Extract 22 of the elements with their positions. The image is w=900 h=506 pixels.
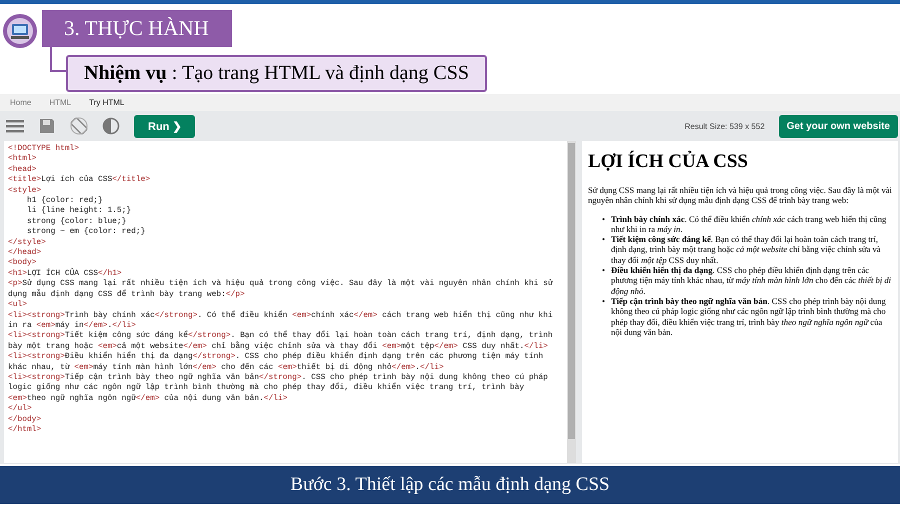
result-list-item: Điều khiển hiển thị đa dạng. CSS cho phép điều khiển định dạng trên các phương tiện máy tính khác nhau, từ máy tính màn hình lớn cho đến các thiết bị di động nhỏ. bbox=[611, 265, 892, 296]
scrollbar[interactable] bbox=[568, 143, 575, 439]
list-bullet: • bbox=[602, 296, 606, 308]
list-bullet: • bbox=[602, 265, 606, 278]
result-list-item: Tiếp cận trình bày theo ngữ nghĩa văn bản. CSS cho phép trình bày nội dung không theo cú pháp logic giống như các ngôn ngữ lập trình bình thường mà cho phép thay đổi, điều khiển việc trang trí, trình bày theo ngữ nghĩa ngôn ngữ của nội dung văn bản. bbox=[611, 296, 887, 338]
result-list-item: Tiết kiệm công sức đáng kể. Bạn có thể thay đổi lại hoàn toàn cách trang trí, định dạng, trình bày một trang hoặc cả một website chỉ bằng việc chỉnh sửa và thay đổi một tệp CSS duy nhất. bbox=[611, 234, 882, 266]
result-paragraph: Sử dụng CSS mang lại rất nhiều tiện ích và hiệu quả trong công việc. Sau đây là một vài nguyên nhân chính khi sử dụng mẫu định dạng CSS để trình bày trang web: bbox=[588, 185, 892, 206]
contrast-icon[interactable] bbox=[102, 117, 120, 135]
menu-icon[interactable] bbox=[6, 117, 24, 135]
slide-caption: Bước 3. Thiết lập các mẫu định dạng CSS bbox=[290, 474, 610, 496]
save-icon[interactable] bbox=[38, 117, 56, 135]
result-heading: LỢI ÍCH CỦA CSS bbox=[588, 151, 749, 173]
section-title: 3. THỰC HÀNH bbox=[42, 10, 232, 47]
run-button[interactable]: Run ❯ bbox=[134, 114, 196, 138]
result-list-item: Trình bày chính xác. Có thể điều khiển chính xác cách trang web hiển thị cũng như khi in ra máy in. bbox=[611, 214, 888, 234]
list-bullet: • bbox=[602, 214, 606, 226]
list-bullet: • bbox=[602, 234, 606, 246]
result-size: Result Size: 539 x 552 bbox=[684, 122, 765, 130]
logo-icon bbox=[2, 13, 38, 49]
task-heading: Nhiệm vụ : Tạo trang HTML và định dạng CSS bbox=[66, 55, 487, 92]
get-website-button[interactable]: Get your own website bbox=[778, 114, 898, 138]
rotate-icon[interactable] bbox=[70, 117, 88, 135]
